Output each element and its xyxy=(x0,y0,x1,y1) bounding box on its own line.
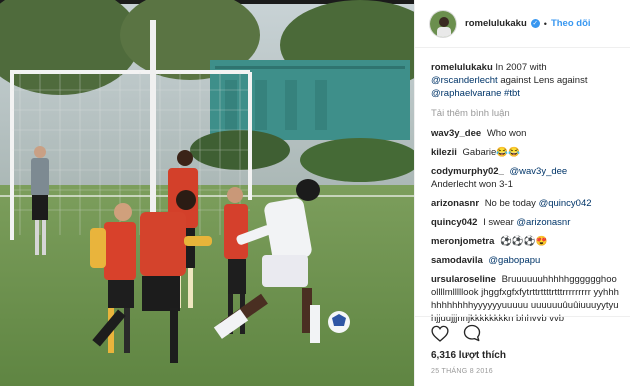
header-username[interactable]: romelulukaku xyxy=(465,18,527,29)
comment-mention[interactable]: @wav3y_dee xyxy=(510,166,568,177)
post-actions: 6,316 lượt thích 25 THÁNG 8 2016 xyxy=(415,316,630,386)
post-header: romelulukaku ✓ • Theo dõi xyxy=(415,0,630,48)
comment-username[interactable]: meronjometra xyxy=(431,236,494,247)
caption-mention-2[interactable]: @raphaelvarane xyxy=(431,88,501,99)
comment-item: quincy042 I swear @arizonasnr xyxy=(431,216,621,229)
post-date[interactable]: 25 THÁNG 8 2016 xyxy=(431,368,615,375)
comment-item: wav3y_dee Who won xyxy=(431,127,621,140)
comment-username[interactable]: ursularoseline xyxy=(431,274,496,285)
comment-text: Who won xyxy=(486,128,527,139)
caption-text-1: In 2007 with xyxy=(495,62,547,73)
comment-item: samodavila @gabopapu xyxy=(431,254,621,267)
comment-username[interactable]: codymurphy02_ xyxy=(431,166,504,177)
comment-mention[interactable]: @gabopapu xyxy=(488,255,540,266)
comment-text: Gabarie😂😂 xyxy=(462,147,520,158)
caption-mention-1[interactable]: @rscanderlecht xyxy=(431,75,498,86)
comment-mention[interactable]: @quincy042 xyxy=(539,198,592,209)
comment-item: meronjometra ⚽⚽⚽😍 xyxy=(431,235,621,248)
action-icons xyxy=(431,320,615,348)
comment-username[interactable]: arizonasnr xyxy=(431,198,479,209)
comment-text: ⚽⚽⚽😍 xyxy=(500,236,548,247)
comment-username[interactable]: wav3y_dee xyxy=(431,128,481,139)
caption-hashtag[interactable]: #tbt xyxy=(504,88,520,99)
caption-text-2: against Lens against xyxy=(500,75,588,86)
comment-username[interactable]: kilezii xyxy=(431,147,457,158)
comment-mention[interactable]: @arizonasnr xyxy=(516,217,570,228)
comment-username[interactable]: quincy042 xyxy=(431,217,477,228)
likes-count[interactable]: 6,316 lượt thích xyxy=(431,350,615,361)
separator-dot: • xyxy=(543,18,547,29)
post-photo[interactable] xyxy=(0,0,414,386)
comment-item: codymurphy02_ @wav3y_dee Anderlecht won … xyxy=(431,165,621,191)
load-more-comments-button[interactable]: Tải thêm bình luận xyxy=(431,108,621,119)
comment-icon[interactable] xyxy=(463,324,481,344)
comment-text: Anderlecht won 3-1 xyxy=(431,179,513,190)
comment-text: No be today xyxy=(484,198,536,209)
follow-button[interactable]: Theo dõi xyxy=(551,18,591,29)
heart-icon[interactable] xyxy=(431,325,449,344)
verified-badge-icon: ✓ xyxy=(530,19,540,28)
comment-item: arizonasnr No be today @quincy042 xyxy=(431,197,621,210)
post-caption: romelulukaku In 2007 with @rscanderlecht… xyxy=(431,61,621,100)
comment-username[interactable]: samodavila xyxy=(431,255,483,266)
comments-list: romelulukaku In 2007 with @rscanderlecht… xyxy=(415,52,630,331)
comment-item: kilezii Gabarie😂😂 xyxy=(431,146,621,159)
football-match-image xyxy=(0,0,414,386)
comment-text: I swear xyxy=(483,217,514,228)
avatar[interactable] xyxy=(429,9,457,38)
post-side-panel: romelulukaku ✓ • Theo dõi romelulukaku I… xyxy=(414,0,630,386)
caption-username[interactable]: romelulukaku xyxy=(431,62,493,73)
